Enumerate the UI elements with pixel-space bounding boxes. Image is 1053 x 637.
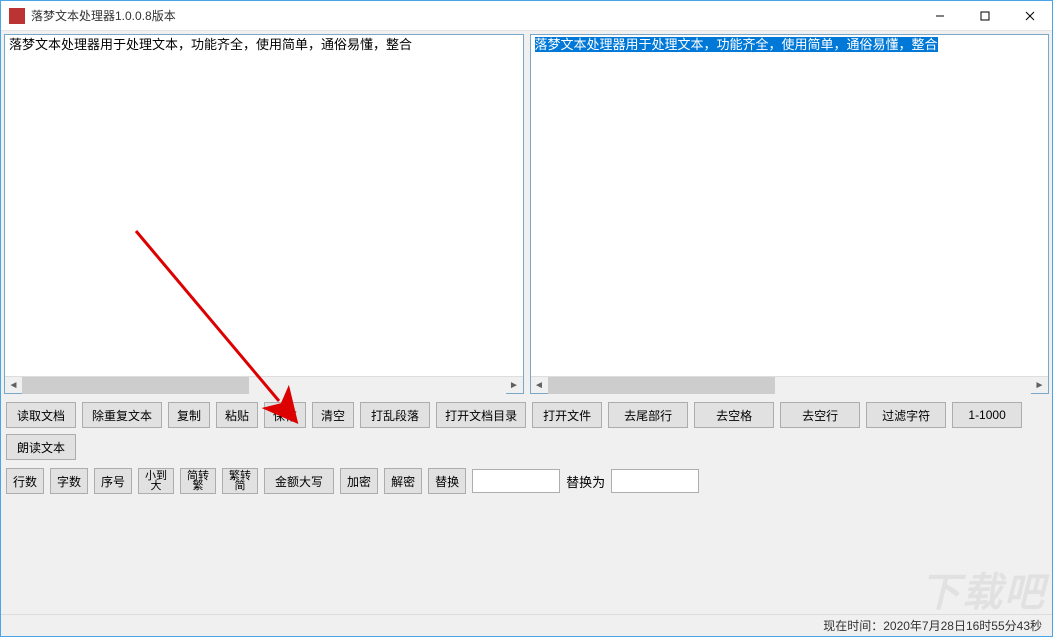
maximize-button[interactable] (962, 1, 1007, 31)
left-textarea[interactable]: 落梦文本处理器用于处理文本，功能齐全，使用简单，通俗易懂，整合 (5, 35, 523, 376)
clear-button[interactable]: 清空 (312, 402, 354, 428)
read-doc-button[interactable]: 读取文档 (6, 402, 76, 428)
copy-button[interactable]: 复制 (168, 402, 210, 428)
scroll-right-icon[interactable]: ► (1031, 377, 1048, 394)
shuffle-paragraph-button[interactable]: 打乱段落 (360, 402, 430, 428)
money-uppercase-button[interactable]: 金额大写 (264, 468, 334, 494)
find-input[interactable] (472, 469, 560, 493)
dedup-button[interactable]: 除重复文本 (82, 402, 162, 428)
trim-empty-line-button[interactable]: 去空行 (780, 402, 860, 428)
right-scrollbar[interactable]: ◄ ► (531, 376, 1049, 393)
read-aloud-button[interactable]: 朗读文本 (6, 434, 76, 460)
open-dir-button[interactable]: 打开文档目录 (436, 402, 526, 428)
scroll-left-icon[interactable]: ◄ (5, 377, 22, 394)
right-text-pane[interactable]: 落梦文本处理器用于处理文本，功能齐全，使用简单，通俗易懂，整合 ◄ ► (530, 34, 1050, 394)
replace-button[interactable]: 替换 (428, 468, 466, 494)
replace-to-label: 替换为 (566, 472, 605, 491)
replace-input[interactable] (611, 469, 699, 493)
close-button[interactable] (1007, 1, 1052, 31)
sort-asc-button[interactable]: 小到 大 (138, 468, 174, 494)
left-scrollbar[interactable]: ◄ ► (5, 376, 523, 393)
encrypt-button[interactable]: 加密 (340, 468, 378, 494)
window-title: 落梦文本处理器1.0.0.8版本 (31, 7, 176, 24)
seq-button[interactable]: 序号 (94, 468, 132, 494)
chars-button[interactable]: 字数 (50, 468, 88, 494)
scroll-right-icon[interactable]: ► (506, 377, 523, 394)
decrypt-button[interactable]: 解密 (384, 468, 422, 494)
trim-tail-button[interactable]: 去尾部行 (608, 402, 688, 428)
toolbar-row-2: 行数 字数 序号 小到 大 简转 繁 繁转 简 金额大写 加密 解密 替换 替换… (4, 462, 1049, 496)
simplified-to-traditional-button[interactable]: 简转 繁 (180, 468, 216, 494)
toolbar-row-1: 读取文档 除重复文本 复制 粘贴 保存 清空 打乱段落 打开文档目录 打开文件 … (4, 394, 1049, 462)
app-icon (9, 8, 25, 24)
right-textarea[interactable]: 落梦文本处理器用于处理文本，功能齐全，使用简单，通俗易懂，整合 (531, 35, 1049, 376)
scroll-left-icon[interactable]: ◄ (531, 377, 548, 394)
paste-button[interactable]: 粘贴 (216, 402, 258, 428)
filter-chars-button[interactable]: 过滤字符 (866, 402, 946, 428)
titlebar: 落梦文本处理器1.0.0.8版本 (1, 1, 1052, 31)
status-time: 现在时间：2020年7月28日16时55分43秒 (823, 617, 1042, 634)
lines-button[interactable]: 行数 (6, 468, 44, 494)
left-text-pane[interactable]: 落梦文本处理器用于处理文本，功能齐全，使用简单，通俗易懂，整合 ◄ ► (4, 34, 524, 394)
statusbar: 现在时间：2020年7月28日16时55分43秒 (1, 614, 1052, 636)
open-file-button[interactable]: 打开文件 (532, 402, 602, 428)
trim-space-button[interactable]: 去空格 (694, 402, 774, 428)
minimize-button[interactable] (917, 1, 962, 31)
traditional-to-simplified-button[interactable]: 繁转 简 (222, 468, 258, 494)
range-button[interactable]: 1-1000 (952, 402, 1022, 428)
save-button[interactable]: 保存 (264, 402, 306, 428)
